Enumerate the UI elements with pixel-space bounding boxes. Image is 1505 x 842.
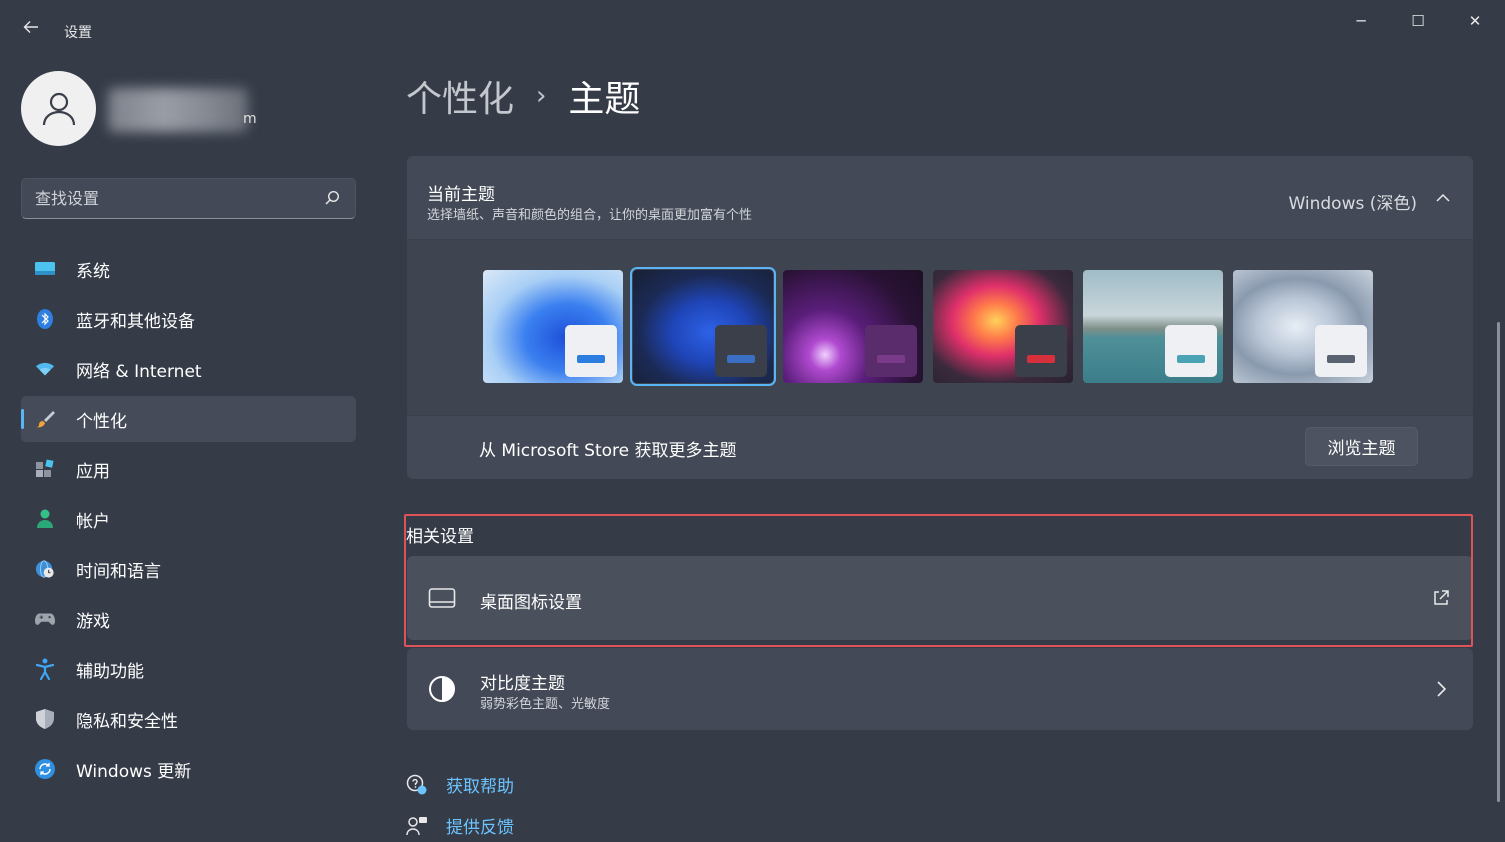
sidebar-item-windows-update[interactable]: Windows 更新 [21, 746, 356, 792]
sidebar-item-label: 隐私和安全性 [76, 711, 178, 732]
scrollbar[interactable] [1497, 322, 1500, 802]
wifi-icon [35, 359, 55, 379]
close-button[interactable]: ✕ [1452, 6, 1498, 36]
theme-accent-bar [577, 355, 605, 363]
sidebar-item-label: 应用 [76, 461, 110, 482]
person-icon [42, 92, 75, 125]
search-box[interactable] [21, 178, 356, 219]
bluetooth-icon [35, 309, 55, 329]
theme-accent-bar [1327, 355, 1355, 363]
theme-accent-bar [1177, 355, 1205, 363]
avatar[interactable] [21, 71, 96, 146]
sidebar-item-apps[interactable]: 应用 [21, 446, 356, 492]
chevron-up-icon[interactable] [1435, 190, 1451, 206]
sidebar-item-privacy[interactable]: 隐私和安全性 [21, 696, 356, 742]
store-label: 从 Microsoft Store 获取更多主题 [479, 441, 737, 461]
shield-icon [35, 709, 55, 729]
app-title: 设置 [64, 25, 92, 41]
sidebar-item-label: Windows 更新 [76, 761, 192, 782]
sidebar-item-label: 个性化 [76, 411, 127, 432]
theme-thumbnail-flow[interactable] [1233, 270, 1373, 383]
sidebar-item-time-language[interactable]: 时间和语言 [21, 546, 356, 592]
apps-icon [35, 459, 55, 479]
theme-gallery [407, 240, 1473, 416]
sidebar-item-label: 蓝牙和其他设备 [76, 311, 195, 332]
contrast-icon [427, 674, 457, 704]
contrast-themes-row[interactable]: 对比度主题 弱势彩色主题、光敏度 [407, 648, 1473, 730]
help-icon [406, 774, 427, 794]
sidebar-item-label: 游戏 [76, 611, 110, 632]
theme-preview-window [865, 325, 917, 377]
current-theme-subtitle: 选择墙纸、声音和颜色的组合，让你的桌面更加富有个性 [427, 208, 753, 223]
desktop-icon [427, 583, 457, 613]
sidebar-item-system[interactable]: 系统 [21, 246, 356, 292]
chevron-right-icon [1437, 681, 1447, 697]
contrast-themes-label: 对比度主题 [480, 674, 565, 694]
theme-preview-window [565, 325, 617, 377]
accessibility-icon [35, 658, 55, 680]
breadcrumb-separator: › [536, 81, 547, 111]
breadcrumb-parent[interactable]: 个性化 [406, 70, 514, 122]
desktop-icon-settings-label: 桌面图标设置 [480, 593, 582, 613]
user-email: m [243, 111, 257, 127]
theme-thumbnail-sunrise[interactable] [1083, 270, 1223, 383]
sidebar-item-network[interactable]: 网络 & Internet [21, 346, 356, 392]
breadcrumb: 个性化 › 主题 [406, 70, 640, 122]
arrow-left-icon [23, 21, 38, 33]
theme-accent-bar [877, 355, 905, 363]
theme-thumbnail-windows-light[interactable] [483, 270, 623, 383]
theme-accent-bar [727, 355, 755, 363]
user-name-blurred [108, 88, 248, 132]
current-theme-header[interactable]: 当前主题 选择墙纸、声音和颜色的组合，让你的桌面更加富有个性 Windows (… [407, 156, 1473, 240]
sidebar-item-label: 辅助功能 [76, 661, 144, 682]
globe-clock-icon [35, 559, 55, 579]
sidebar-item-personalization[interactable]: 个性化 [21, 396, 356, 442]
feedback-icon [406, 816, 427, 835]
brush-icon [35, 409, 55, 429]
current-theme-title: 当前主题 [427, 185, 495, 205]
current-theme-value: Windows (深色) [1288, 194, 1417, 214]
contrast-themes-subtitle: 弱势彩色主题、光敏度 [480, 697, 611, 712]
theme-preview-window [1015, 325, 1067, 377]
get-help-label: 获取帮助 [446, 777, 514, 797]
theme-preview-window [715, 325, 767, 377]
theme-preview-window [1165, 325, 1217, 377]
theme-thumbnail-glow[interactable] [783, 270, 923, 383]
store-row: 从 Microsoft Store 获取更多主题 浏览主题 [407, 416, 1473, 479]
minimize-button[interactable]: ─ [1338, 6, 1384, 36]
current-theme-card: 当前主题 选择墙纸、声音和颜色的组合，让你的桌面更加富有个性 Windows (… [407, 156, 1473, 479]
search-icon[interactable] [323, 189, 341, 207]
sidebar-nav: 系统 蓝牙和其他设备 网络 & Internet 个性化 应用 帐户 时间和语言… [21, 246, 356, 796]
back-button[interactable] [18, 18, 44, 44]
page-title: 主题 [568, 79, 641, 120]
title-bar: 设置 ─ ☐ ✕ [0, 0, 1505, 62]
sidebar-item-bluetooth[interactable]: 蓝牙和其他设备 [21, 296, 356, 342]
sidebar-item-label: 帐户 [76, 511, 110, 532]
desktop-icon-settings-row[interactable]: 桌面图标设置 [407, 556, 1473, 640]
maximize-button[interactable]: ☐ [1395, 6, 1441, 36]
sidebar-item-label: 时间和语言 [76, 561, 161, 582]
gamepad-icon [35, 609, 55, 629]
search-input[interactable] [22, 179, 312, 218]
theme-thumbnail-captured-motion[interactable] [933, 270, 1073, 383]
update-icon [35, 759, 55, 779]
sidebar-item-label: 系统 [76, 261, 110, 282]
browse-themes-button[interactable]: 浏览主题 [1305, 427, 1418, 466]
related-settings-title: 相关设置 [406, 527, 474, 547]
theme-thumbnail-windows-dark[interactable] [630, 267, 776, 386]
sidebar-item-accounts[interactable]: 帐户 [21, 496, 356, 542]
sidebar-item-accessibility[interactable]: 辅助功能 [21, 646, 356, 692]
person-icon [35, 509, 55, 529]
sidebar-item-label: 网络 & Internet [76, 361, 202, 382]
get-help-link[interactable]: 获取帮助 [406, 772, 514, 797]
theme-accent-bar [1027, 355, 1055, 363]
theme-preview-window [1315, 325, 1367, 377]
sidebar-item-gaming[interactable]: 游戏 [21, 596, 356, 642]
monitor-icon [35, 259, 55, 279]
feedback-link[interactable]: 提供反馈 [406, 813, 514, 838]
open-external-icon [1434, 590, 1449, 605]
feedback-label: 提供反馈 [446, 818, 514, 838]
